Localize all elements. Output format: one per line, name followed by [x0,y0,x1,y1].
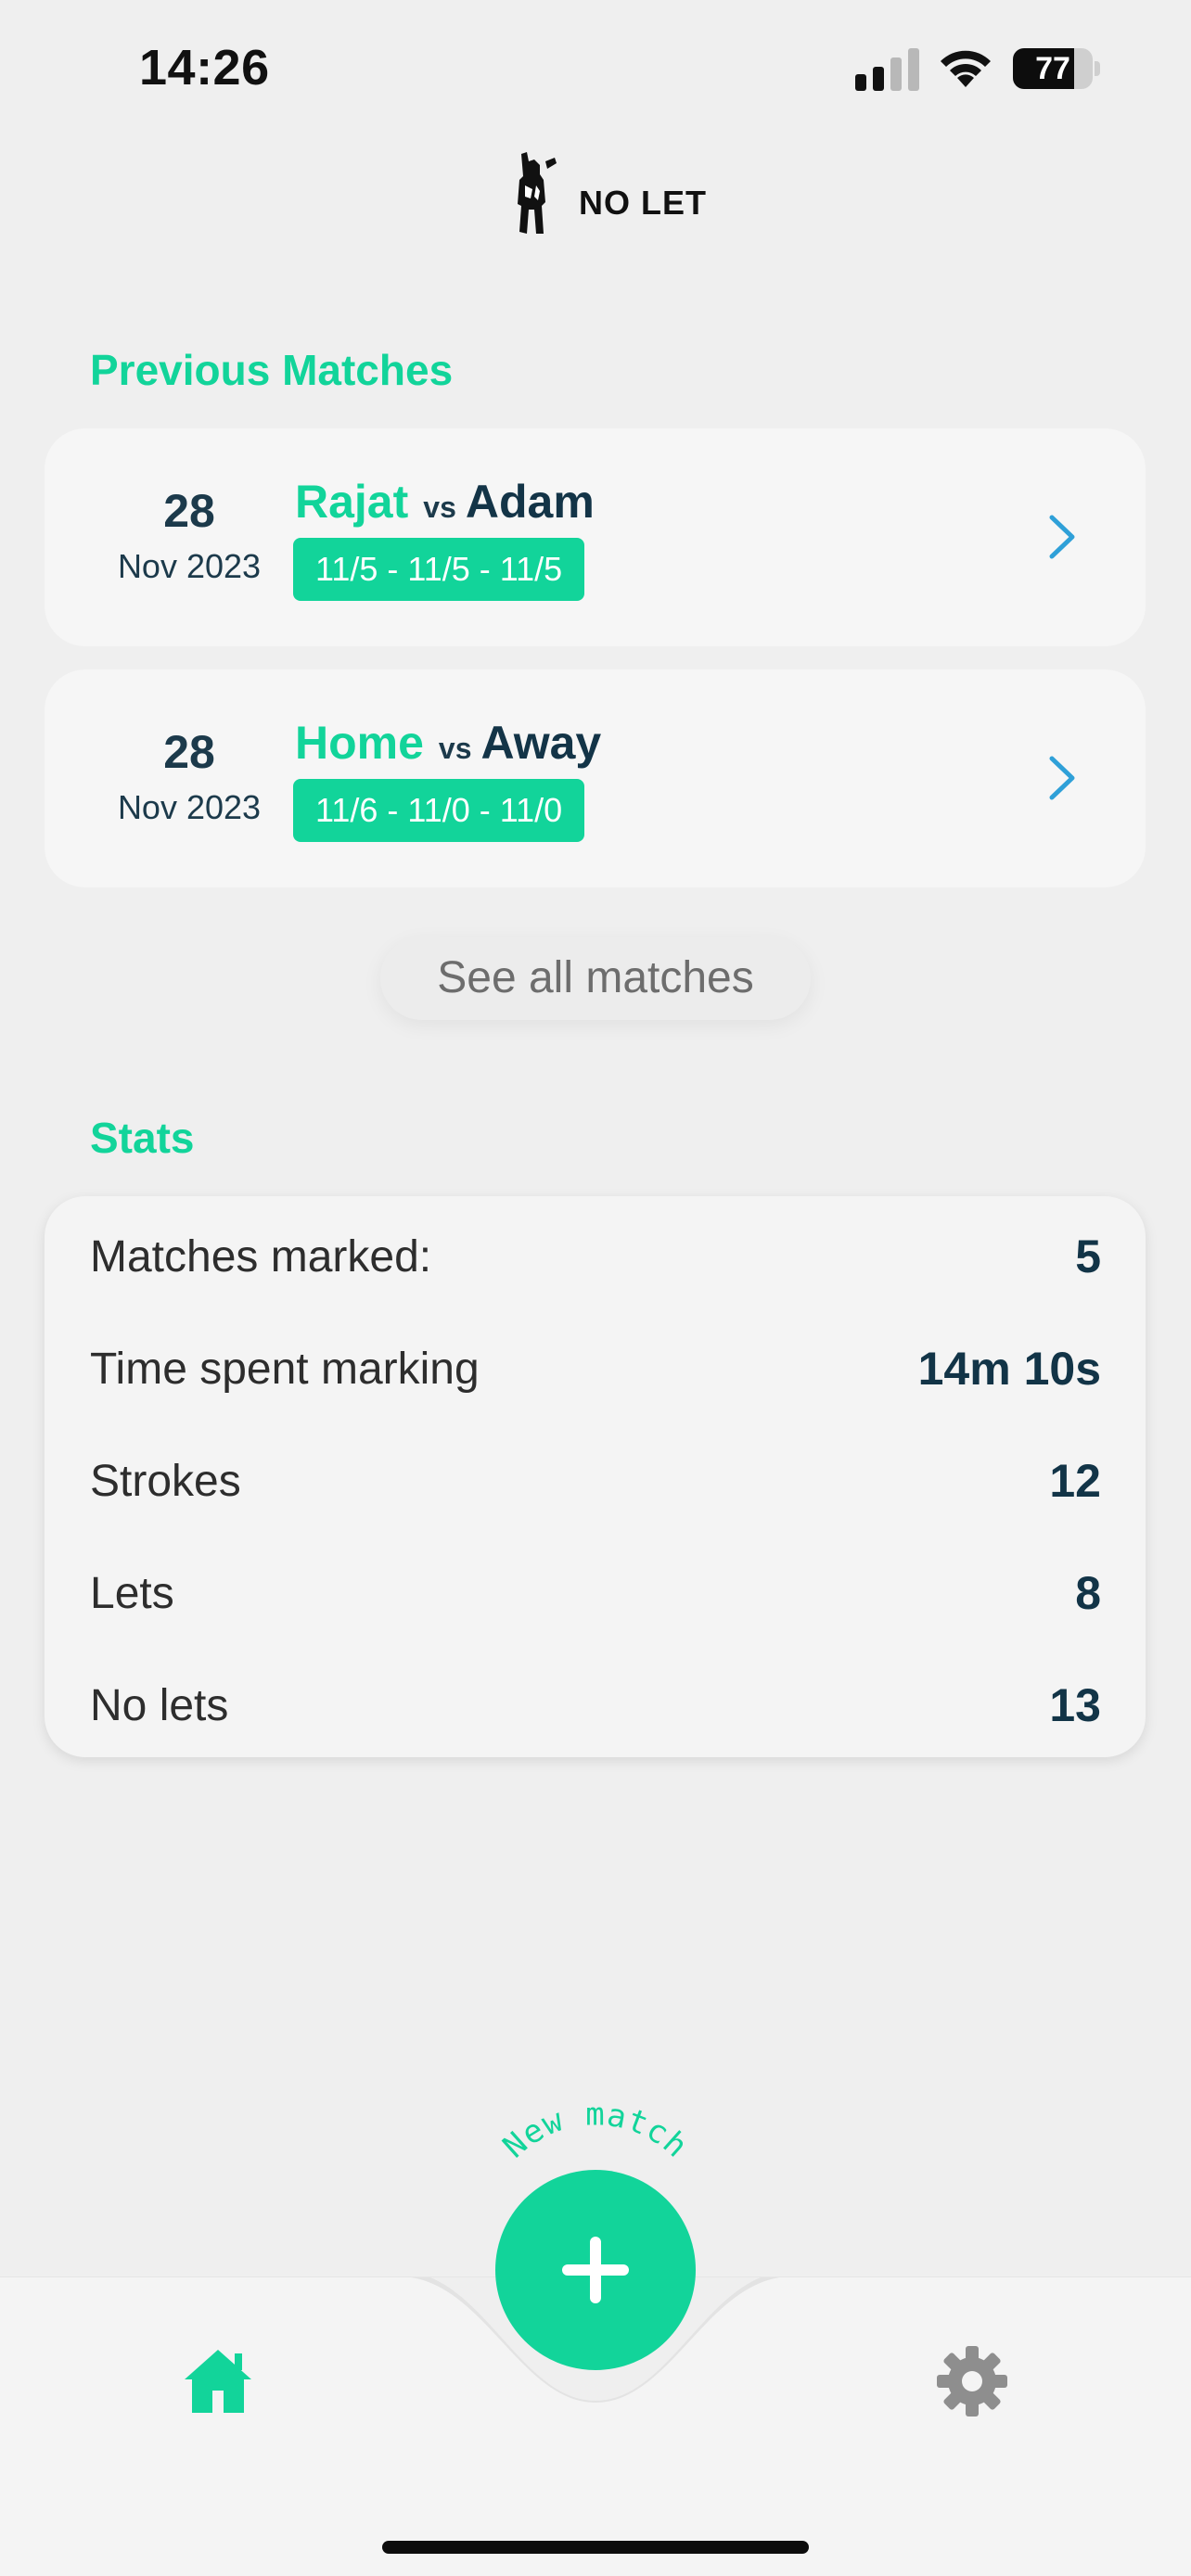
app-title: NO LET [579,184,707,222]
stat-value: 5 [1075,1231,1101,1282]
match-month-year: Nov 2023 [117,547,262,585]
stat-label: Lets [90,1569,174,1618]
svg-text:New match: New match [496,2098,696,2165]
status-time: 14:26 [139,40,270,96]
stat-value: 13 [1049,1679,1101,1731]
player-home: Home [295,717,424,769]
stat-label: Time spent marking [90,1345,480,1394]
stat-row-no-lets: No lets 13 [90,1673,1101,1738]
match-day: 28 [163,726,215,778]
stat-row-time-spent: Time spent marking 14m 10s [90,1336,1101,1401]
home-indicator [382,2541,809,2554]
cellular-signal-icon [855,48,919,91]
app-header: NO LET [0,148,1191,241]
previous-matches-title: Previous Matches [90,346,454,394]
match-day: 28 [163,485,215,537]
wifi-icon [941,50,991,87]
new-match-label-text: New match [496,2098,695,2165]
match-players: Rajat vs Adam [295,475,595,529]
stat-label: No lets [90,1681,229,1730]
chevron-right-icon[interactable] [1046,512,1078,562]
plus-icon [562,2237,629,2303]
new-match-button[interactable] [495,2170,696,2370]
status-bar: 14:26 77 [0,0,1191,139]
player-away: Adam [465,476,595,528]
squash-player-logo-icon [518,152,557,234]
player-away: Away [480,717,602,769]
home-icon[interactable] [181,2346,255,2417]
match-players: Home vs Away [295,716,601,770]
stat-label: Strokes [90,1457,241,1506]
stats-title: Stats [90,1114,195,1162]
stats-card: Matches marked: 5 Time spent marking 14m… [45,1196,1146,1757]
battery-icon: 77 [1013,48,1102,91]
vs-label: vs [438,732,472,765]
stat-value: 8 [1075,1567,1101,1619]
match-month-year: Nov 2023 [117,788,262,826]
new-match-label: New match [496,2098,696,2165]
see-all-matches-button[interactable]: See all matches [380,937,811,1020]
stat-label: Matches marked: [90,1232,432,1282]
chevron-right-icon[interactable] [1046,753,1078,803]
match-card[interactable]: 28 Nov 2023 Home vs Away 11/6 - 11/0 - 11/… [45,670,1146,887]
stat-row-matches-marked: Matches marked: 5 [90,1224,1101,1289]
battery-level: 77 [1035,51,1070,86]
vs-label: vs [423,491,456,524]
stat-row-lets: Lets 8 [90,1561,1101,1626]
match-card[interactable]: 28 Nov 2023 Rajat vs Adam 11/5 - 11/5 - 11… [45,428,1146,646]
stat-value: 12 [1049,1455,1101,1507]
score-badge: 11/5 - 11/5 - 11/5 [293,538,585,601]
gear-icon[interactable] [935,2344,1009,2418]
stat-row-strokes: Strokes 12 [90,1448,1101,1513]
score-badge: 11/6 - 11/0 - 11/0 [293,779,585,842]
player-home: Rajat [295,476,409,528]
stat-value: 14m 10s [917,1343,1101,1395]
